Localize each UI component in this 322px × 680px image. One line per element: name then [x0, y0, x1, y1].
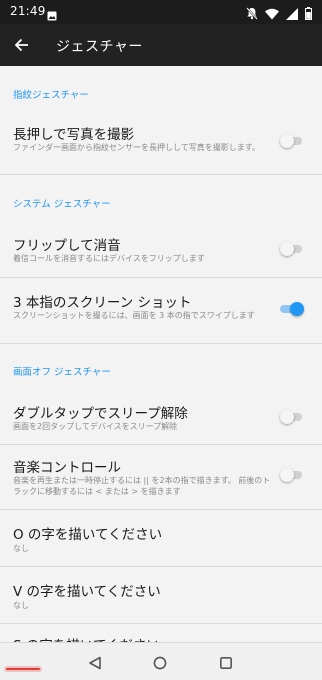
setting-double-tap-wake[interactable]: ダブルタップでスリープ解除 画面を2回タップしてデバイスをスリープ解除 [0, 388, 322, 444]
setting-draw-o[interactable]: O の字を描いてください なし [0, 510, 322, 566]
setting-subtitle: ファインダー画面から指紋センサーを長押しして写真を撮影します。 [13, 143, 260, 152]
setting-title: フリップして消音 [13, 238, 121, 254]
settings-list[interactable]: 指紋ジェスチャー 長押しで写真を撮影 ファインダー画面から指紋センサーを長押しし… [0, 66, 322, 642]
setting-subtitle: なし [13, 601, 29, 610]
section-header-fingerprint: 指紋ジェスチャー [13, 90, 89, 101]
watermark-logo [4, 663, 44, 675]
setting-flip-mute[interactable]: フリップして消音 着信コールを消音するにはデバイスをフリップします [0, 220, 322, 276]
image-notification-icon [47, 6, 57, 25]
setting-title: ダブルタップでスリープ解除 [13, 406, 188, 422]
nav-back-icon[interactable] [88, 655, 102, 674]
setting-draw-v[interactable]: V の字を描いてください なし [0, 567, 322, 623]
setting-draw-s[interactable]: S の字を描いてください [0, 624, 322, 642]
navigation-bar [0, 642, 322, 680]
music-control-toggle[interactable] [280, 468, 304, 482]
setting-title: O の字を描いてください [13, 527, 163, 543]
battery-icon [305, 5, 312, 24]
section-divider [0, 174, 322, 175]
double-tap-toggle[interactable] [280, 410, 304, 424]
app-bar: ジェスチャー [0, 24, 322, 66]
setting-subtitle: 画面を2回タップしてデバイスをスリープ解除 [13, 422, 178, 431]
setting-three-finger-screenshot[interactable]: 3 本指のスクリーン ショット スクリーンショットを撮るには、画面を 3 本の指… [0, 278, 322, 340]
nav-recents-icon[interactable] [219, 655, 233, 674]
section-header-screen-off: 画面オフ ジェスチャー [13, 367, 111, 378]
flip-mute-toggle[interactable] [280, 242, 304, 256]
section-header-system: システム ジェスチャー [13, 199, 111, 210]
toggle-knob [290, 302, 304, 316]
cellular-signal-icon [286, 5, 298, 24]
setting-subtitle: 音楽を再生または一時停止するには || を2本の指で描きます。 前後のトラックに… [13, 476, 271, 496]
long-press-toggle[interactable] [280, 134, 304, 148]
setting-title: V の字を描いてください [13, 584, 161, 600]
setting-title: 音楽コントロール [13, 460, 121, 476]
status-bar: 21:49 [0, 0, 322, 24]
wifi-icon [265, 5, 279, 24]
toggle-knob [280, 468, 294, 482]
section-divider [0, 343, 322, 344]
setting-title: 3 本指のスクリーン ショット [13, 295, 192, 311]
back-arrow-icon[interactable] [12, 35, 32, 55]
three-finger-toggle[interactable] [280, 302, 304, 316]
setting-title: 長押しで写真を撮影 [13, 127, 135, 143]
toggle-knob [280, 242, 294, 256]
setting-subtitle: スクリーンショットを撮るには、画面を 3 本の指でスワイプします [13, 311, 255, 320]
setting-subtitle: 着信コールを消音するにはデバイスをフリップします [13, 254, 205, 263]
status-time: 21:49 [10, 4, 46, 18]
notifications-off-icon [246, 5, 258, 24]
setting-title: S の字を描いてください [13, 634, 160, 642]
nav-home-icon[interactable] [153, 655, 167, 674]
page-title: ジェスチャー [56, 39, 143, 55]
toggle-knob [280, 410, 294, 424]
setting-long-press-photo[interactable]: 長押しで写真を撮影 ファインダー画面から指紋センサーを長押しして写真を撮影します… [0, 110, 322, 170]
setting-subtitle: なし [13, 544, 29, 553]
setting-music-control[interactable]: 音楽コントロール 音楽を再生または一時停止するには || を2本の指で描きます。… [0, 445, 322, 509]
toggle-knob [280, 134, 294, 148]
